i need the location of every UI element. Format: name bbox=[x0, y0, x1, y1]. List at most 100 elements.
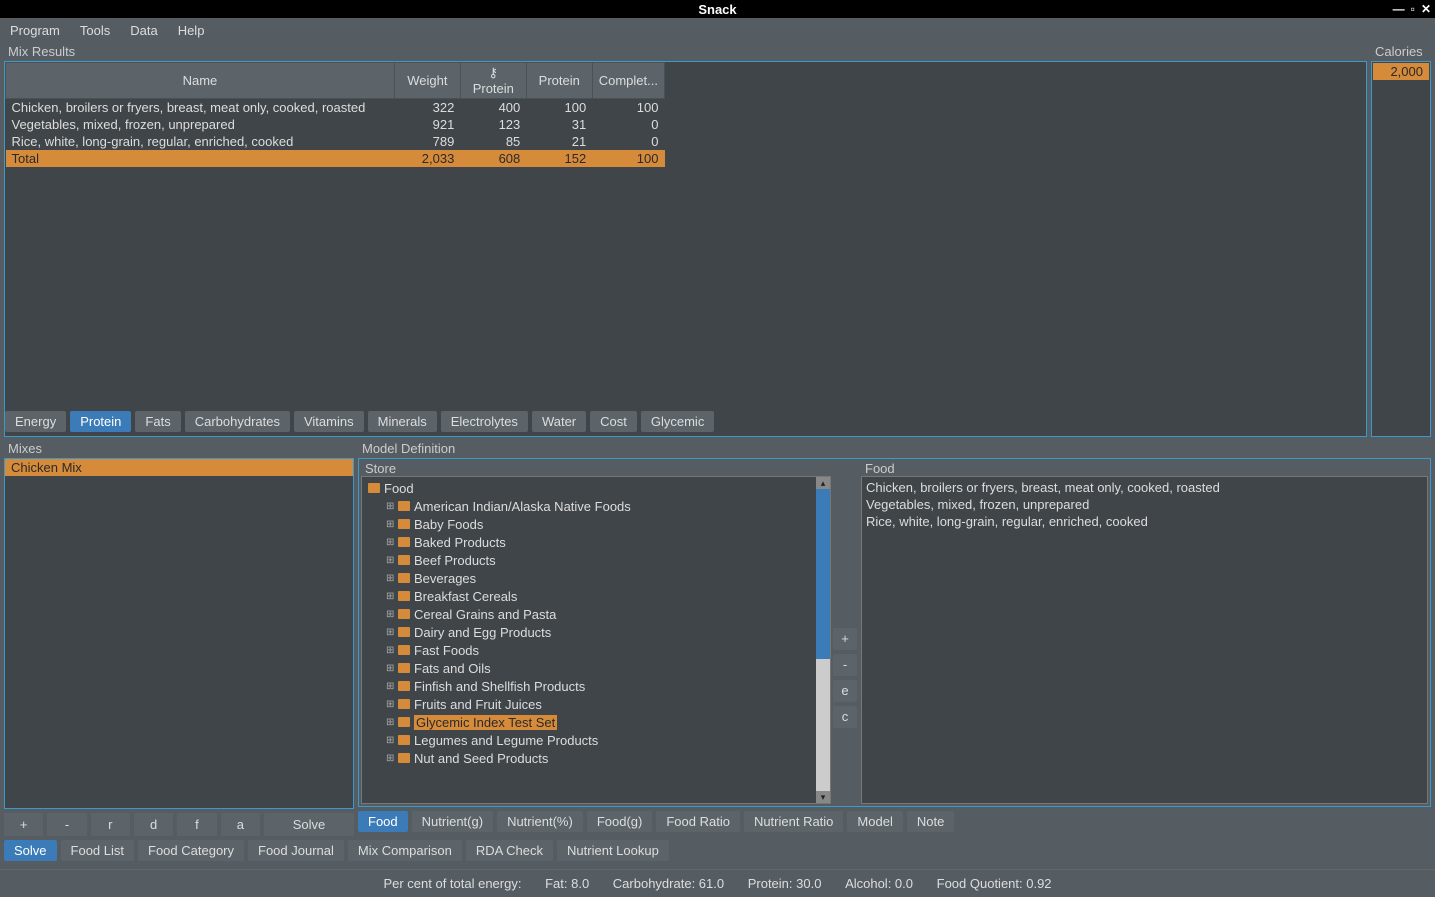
expand-icon[interactable]: ⊞ bbox=[386, 555, 394, 566]
tree-item[interactable]: ⊞Breakfast Cereals bbox=[384, 587, 826, 605]
table-row[interactable]: Vegetables, mixed, frozen, unprepared921… bbox=[6, 116, 665, 133]
col-name[interactable]: Name bbox=[6, 63, 395, 99]
expand-icon[interactable]: ⊞ bbox=[386, 591, 394, 602]
tree-scrollbar[interactable]: ▴ ▾ bbox=[816, 477, 830, 803]
minimize-icon[interactable]: — bbox=[1393, 2, 1405, 16]
tree-root[interactable]: Food bbox=[366, 479, 826, 497]
mix-item[interactable]: Chicken Mix bbox=[5, 459, 353, 476]
tree-item[interactable]: ⊞Finfish and Shellfish Products bbox=[384, 677, 826, 695]
scroll-down-icon[interactable]: ▾ bbox=[816, 791, 830, 803]
store-tree[interactable]: Food⊞American Indian/Alaska Native Foods… bbox=[361, 476, 831, 804]
tab-vitamins[interactable]: Vitamins bbox=[294, 411, 364, 432]
action-btn-e[interactable]: e bbox=[833, 680, 857, 702]
menu-program[interactable]: Program bbox=[6, 21, 64, 40]
menu-help[interactable]: Help bbox=[174, 21, 209, 40]
def-tab-foodg[interactable]: Food(g) bbox=[587, 811, 653, 832]
tab-water[interactable]: Water bbox=[532, 411, 586, 432]
expand-icon[interactable]: ⊞ bbox=[386, 627, 394, 638]
tree-item[interactable]: ⊞Fruits and Fruit Juices bbox=[384, 695, 826, 713]
expand-icon[interactable]: ⊞ bbox=[386, 753, 394, 764]
tree-item[interactable]: ⊞Fast Foods bbox=[384, 641, 826, 659]
expand-icon[interactable]: ⊞ bbox=[386, 663, 394, 674]
bottom-tab-food-journal[interactable]: Food Journal bbox=[248, 840, 344, 861]
tree-item[interactable]: ⊞Baby Foods bbox=[384, 515, 826, 533]
menu-data[interactable]: Data bbox=[126, 21, 161, 40]
table-row[interactable]: Rice, white, long-grain, regular, enrich… bbox=[6, 133, 665, 150]
calories-value[interactable]: 2,000 bbox=[1373, 63, 1429, 80]
tab-cost[interactable]: Cost bbox=[590, 411, 637, 432]
bottom-tab-solve[interactable]: Solve bbox=[4, 840, 57, 861]
bottom-tab-mix-comparison[interactable]: Mix Comparison bbox=[348, 840, 462, 861]
def-tab-food[interactable]: Food bbox=[358, 811, 408, 832]
expand-icon[interactable]: ⊞ bbox=[386, 699, 394, 710]
expand-icon[interactable]: ⊞ bbox=[386, 501, 394, 512]
status-fq: Food Quotient: 0.92 bbox=[937, 876, 1052, 891]
mix-btn-a[interactable]: a bbox=[221, 813, 260, 836]
food-label: Food bbox=[861, 461, 1428, 476]
food-list[interactable]: Chicken, broilers or fryers, breast, mea… bbox=[861, 476, 1428, 804]
tree-item[interactable]: ⊞Nut and Seed Products bbox=[384, 749, 826, 767]
titlebar: Snack — ▫ ✕ bbox=[0, 0, 1435, 18]
tree-item[interactable]: ⊞Baked Products bbox=[384, 533, 826, 551]
bottom-tabs: SolveFood ListFood CategoryFood JournalM… bbox=[4, 836, 1431, 865]
tree-item[interactable]: ⊞Beverages bbox=[384, 569, 826, 587]
tree-item[interactable]: ⊞Fats and Oils bbox=[384, 659, 826, 677]
close-icon[interactable]: ✕ bbox=[1421, 2, 1431, 16]
food-item[interactable]: Chicken, broilers or fryers, breast, mea… bbox=[866, 479, 1423, 496]
mix-btn-d[interactable]: d bbox=[134, 813, 173, 836]
def-tab-note[interactable]: Note bbox=[907, 811, 954, 832]
tab-electrolytes[interactable]: Electrolytes bbox=[441, 411, 528, 432]
tree-item[interactable]: ⊞Legumes and Legume Products bbox=[384, 731, 826, 749]
tree-item[interactable]: ⊞Dairy and Egg Products bbox=[384, 623, 826, 641]
mixes-panel: Chicken Mix bbox=[4, 458, 354, 809]
def-tab-model[interactable]: Model bbox=[847, 811, 902, 832]
tree-item[interactable]: ⊞Beef Products bbox=[384, 551, 826, 569]
bottom-tab-nutrient-lookup[interactable]: Nutrient Lookup bbox=[557, 840, 669, 861]
def-tab-nutrientratio[interactable]: Nutrient Ratio bbox=[744, 811, 843, 832]
mix-btn-r[interactable]: r bbox=[91, 813, 130, 836]
tab-glycemic[interactable]: Glycemic bbox=[641, 411, 714, 432]
food-item[interactable]: Rice, white, long-grain, regular, enrich… bbox=[866, 513, 1423, 530]
col-complete[interactable]: Complet... bbox=[592, 63, 664, 99]
tab-carbohydrates[interactable]: Carbohydrates bbox=[185, 411, 290, 432]
def-tab-foodratio[interactable]: Food Ratio bbox=[656, 811, 740, 832]
col-eprotein[interactable]: ⚷ Protein bbox=[460, 63, 526, 99]
mix-btn-+[interactable]: + bbox=[4, 813, 43, 836]
action-btn-+[interactable]: + bbox=[833, 628, 857, 650]
col-weight[interactable]: Weight bbox=[394, 63, 460, 99]
tab-minerals[interactable]: Minerals bbox=[368, 411, 437, 432]
tab-fats[interactable]: Fats bbox=[135, 411, 180, 432]
action-btn-c[interactable]: c bbox=[833, 706, 857, 728]
bottom-tab-food-list[interactable]: Food List bbox=[61, 840, 134, 861]
expand-icon[interactable]: ⊞ bbox=[386, 735, 394, 746]
expand-icon[interactable]: ⊞ bbox=[386, 609, 394, 620]
menu-tools[interactable]: Tools bbox=[76, 21, 114, 40]
expand-icon[interactable]: ⊞ bbox=[386, 645, 394, 656]
maximize-icon[interactable]: ▫ bbox=[1411, 2, 1415, 16]
action-btn--[interactable]: - bbox=[833, 654, 857, 676]
tab-energy[interactable]: Energy bbox=[5, 411, 66, 432]
expand-icon[interactable]: ⊞ bbox=[386, 681, 394, 692]
folder-icon bbox=[398, 717, 410, 727]
bottom-tab-food-category[interactable]: Food Category bbox=[138, 840, 244, 861]
tree-item[interactable]: ⊞American Indian/Alaska Native Foods bbox=[384, 497, 826, 515]
def-tab-nutrientg[interactable]: Nutrient(g) bbox=[412, 811, 493, 832]
table-total-row[interactable]: Total2,033608152100 bbox=[6, 150, 665, 167]
expand-icon[interactable]: ⊞ bbox=[386, 519, 394, 530]
col-protein[interactable]: Protein bbox=[526, 63, 592, 99]
food-item[interactable]: Vegetables, mixed, frozen, unprepared bbox=[866, 496, 1423, 513]
bottom-tab-rda-check[interactable]: RDA Check bbox=[466, 840, 553, 861]
expand-icon[interactable]: ⊞ bbox=[386, 717, 394, 728]
table-row[interactable]: Chicken, broilers or fryers, breast, mea… bbox=[6, 99, 665, 117]
expand-icon[interactable]: ⊞ bbox=[386, 537, 394, 548]
tree-item[interactable]: ⊞Cereal Grains and Pasta bbox=[384, 605, 826, 623]
def-tab-nutrient[interactable]: Nutrient(%) bbox=[497, 811, 583, 832]
scroll-up-icon[interactable]: ▴ bbox=[816, 477, 830, 489]
tree-item[interactable]: ⊞Glycemic Index Test Set bbox=[384, 713, 826, 731]
scroll-thumb[interactable] bbox=[816, 489, 830, 659]
expand-icon[interactable]: ⊞ bbox=[386, 573, 394, 584]
mix-btn-solve[interactable]: Solve bbox=[264, 813, 354, 836]
mix-btn--[interactable]: - bbox=[47, 813, 86, 836]
mix-btn-f[interactable]: f bbox=[177, 813, 216, 836]
tab-protein[interactable]: Protein bbox=[70, 411, 131, 432]
